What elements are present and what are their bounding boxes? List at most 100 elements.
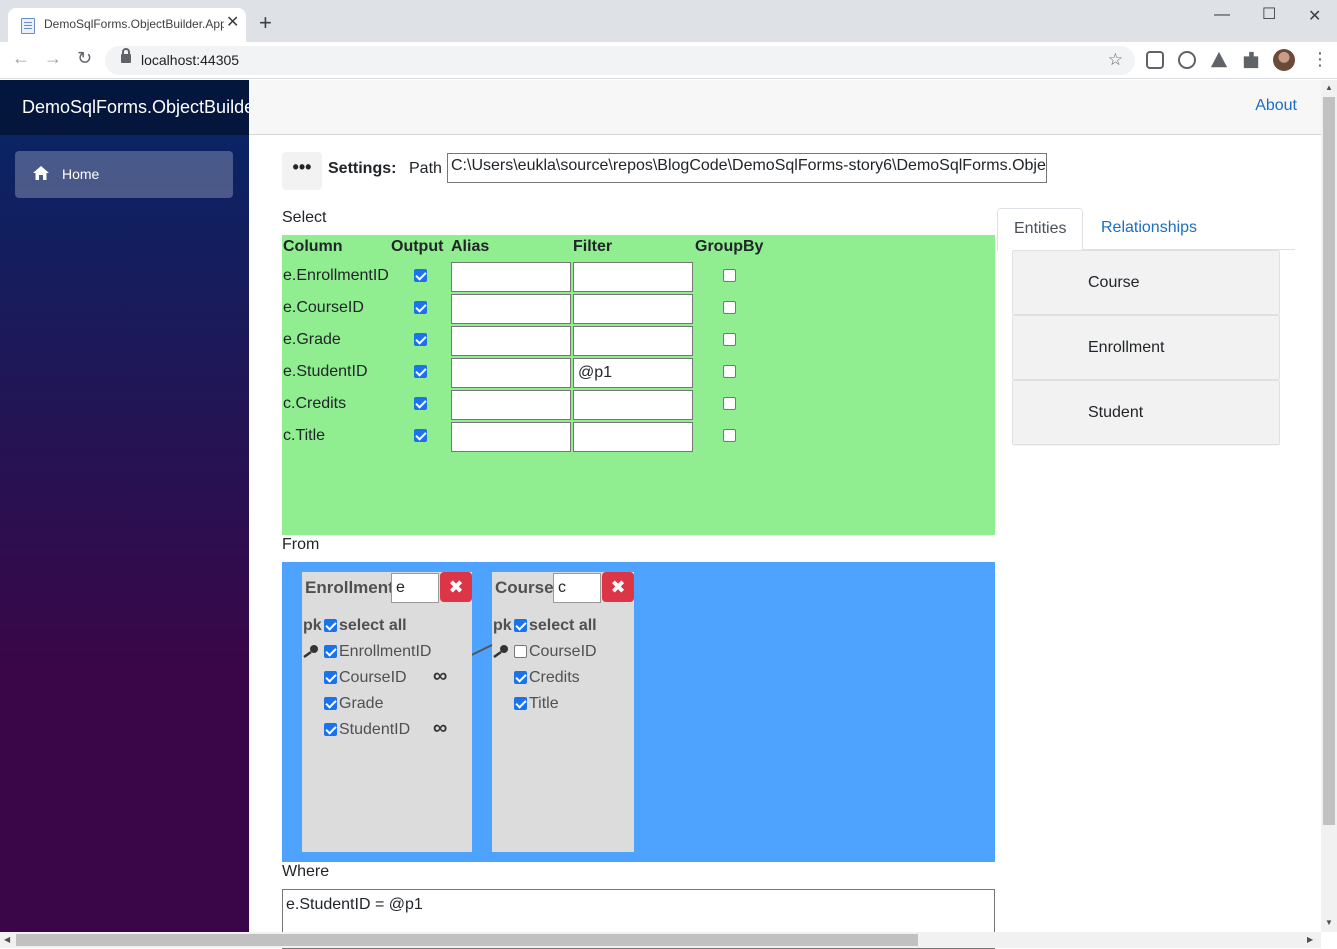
nav-item-home[interactable]: Home <box>15 151 233 198</box>
column-header: Column <box>283 238 343 255</box>
output-checkbox[interactable] <box>414 333 427 346</box>
entity-item[interactable]: Student <box>1012 380 1280 445</box>
window-close-icon[interactable]: ✕ <box>1308 6 1321 26</box>
alias-header: Alias <box>451 238 490 255</box>
foreign-key-icon[interactable]: ∞ <box>433 718 447 738</box>
output-checkbox[interactable] <box>414 397 427 410</box>
browser-menu-icon[interactable]: ⋮ <box>1311 50 1329 68</box>
path-label: Path <box>409 160 442 177</box>
table-alias-input[interactable]: e <box>391 573 439 603</box>
tab-entities[interactable]: Entities <box>997 208 1084 251</box>
table-name: Course <box>495 578 554 597</box>
extension-icon[interactable] <box>1146 51 1164 69</box>
table-card-enrollment[interactable]: Enrollment e ✖ pk select all EnrollmentI… <box>302 572 472 852</box>
table-alias-input[interactable]: c <box>553 573 601 603</box>
bookmark-star-icon[interactable]: ☆ <box>1108 50 1123 70</box>
page-favicon-icon <box>21 18 35 34</box>
app-brand[interactable]: DemoSqlForms.ObjectBuilder.App <box>0 80 249 135</box>
path-input[interactable]: C:\Users\eukla\source\repos\BlogCode\Dem… <box>447 153 1047 183</box>
table-card-course[interactable]: Course c ✖ pk select all CourseID Credit… <box>492 572 634 852</box>
groupby-checkbox[interactable] <box>723 333 736 346</box>
groupby-checkbox[interactable] <box>723 429 736 442</box>
primary-key-icon <box>493 645 508 658</box>
column-name: Grade <box>339 695 384 712</box>
select-grid: Column Output Alias Filter GroupBy e.Enr… <box>282 235 995 535</box>
scroll-right-icon[interactable]: ▶ <box>1307 935 1313 944</box>
output-header: Output <box>391 238 444 255</box>
maximize-icon[interactable]: ☐ <box>1262 4 1276 24</box>
entity-item[interactable]: Course <box>1012 250 1280 315</box>
column-checkbox[interactable] <box>324 697 337 710</box>
remove-table-button[interactable]: ✖ <box>440 572 472 602</box>
browser-tab-strip: DemoSqlForms.ObjectBuilder.App ✕ + — ☐ ✕ <box>0 0 1337 42</box>
filter-input[interactable] <box>573 390 693 420</box>
primary-key-icon <box>303 645 318 658</box>
home-icon <box>33 166 49 180</box>
profile-avatar[interactable] <box>1273 49 1295 71</box>
select-row-column: e.CourseID <box>283 299 364 316</box>
alias-input[interactable] <box>451 262 571 292</box>
where-section-label: Where <box>282 863 330 880</box>
forward-icon[interactable]: → <box>44 49 62 67</box>
filter-input[interactable] <box>573 262 693 292</box>
remove-table-button[interactable]: ✖ <box>602 572 634 602</box>
select-all-checkbox[interactable] <box>324 619 337 632</box>
main-content: ••• Settings: Path C:\Users\eukla\source… <box>249 135 1321 949</box>
filter-input[interactable] <box>573 326 693 356</box>
vertical-scrollbar[interactable]: ▲ ▼ <box>1321 80 1337 932</box>
filter-input[interactable]: @p1 <box>573 358 693 388</box>
column-checkbox[interactable] <box>324 723 337 736</box>
output-checkbox[interactable] <box>414 269 427 282</box>
horizontal-scrollbar[interactable]: ◀ ▶ <box>0 932 1321 948</box>
from-section-label: From <box>282 536 320 553</box>
horizontal-scroll-thumb[interactable] <box>16 934 918 946</box>
top-row: About <box>249 80 1321 135</box>
back-icon[interactable]: ← <box>12 49 30 67</box>
output-checkbox[interactable] <box>414 301 427 314</box>
pk-label: pk <box>493 617 512 634</box>
entity-item[interactable]: Enrollment <box>1012 315 1280 380</box>
nav-item-label: Home <box>62 166 100 182</box>
alias-input[interactable] <box>451 358 571 388</box>
foreign-key-icon[interactable]: ∞ <box>433 666 447 686</box>
output-checkbox[interactable] <box>414 429 427 442</box>
reload-icon[interactable]: ↻ <box>77 49 92 67</box>
alias-input[interactable] <box>451 390 571 420</box>
tab-relationships[interactable]: Relationships <box>1085 208 1213 250</box>
about-link[interactable]: About <box>1255 97 1297 115</box>
close-tab-icon[interactable]: ✕ <box>226 15 239 31</box>
alias-input[interactable] <box>451 294 571 324</box>
groupby-checkbox[interactable] <box>723 365 736 378</box>
scroll-left-icon[interactable]: ◀ <box>4 935 10 944</box>
address-bar[interactable]: localhost:44305 ☆ <box>105 46 1135 75</box>
pk-label: pk <box>303 617 322 634</box>
column-checkbox[interactable] <box>324 671 337 684</box>
column-checkbox[interactable] <box>514 671 527 684</box>
new-tab-icon[interactable]: + <box>259 12 272 34</box>
groupby-checkbox[interactable] <box>723 301 736 314</box>
column-checkbox[interactable] <box>324 645 337 658</box>
select-all-checkbox[interactable] <box>514 619 527 632</box>
filter-input[interactable] <box>573 294 693 324</box>
groupby-checkbox[interactable] <box>723 397 736 410</box>
select-row-column: c.Title <box>283 427 326 444</box>
scroll-down-icon[interactable]: ▼ <box>1325 918 1333 927</box>
settings-label: Settings: <box>328 160 397 177</box>
column-checkbox[interactable] <box>514 697 527 710</box>
alias-input[interactable] <box>451 422 571 452</box>
scroll-up-icon[interactable]: ▲ <box>1325 83 1333 92</box>
wordpress-extension-icon[interactable] <box>1178 51 1196 69</box>
column-name: CourseID <box>529 643 597 660</box>
browser-tab[interactable]: DemoSqlForms.ObjectBuilder.App ✕ <box>8 8 246 42</box>
settings-menu-button[interactable]: ••• <box>282 152 322 190</box>
select-row-column: e.StudentID <box>283 363 368 380</box>
right-panel-tabs: Entities Relationships <box>997 208 1295 251</box>
alias-input[interactable] <box>451 326 571 356</box>
vertical-scroll-thumb[interactable] <box>1323 97 1335 825</box>
minimize-icon[interactable]: — <box>1214 6 1230 24</box>
column-checkbox[interactable] <box>514 645 527 658</box>
column-name: EnrollmentID <box>339 643 432 660</box>
filter-input[interactable] <box>573 422 693 452</box>
groupby-checkbox[interactable] <box>723 269 736 282</box>
output-checkbox[interactable] <box>414 365 427 378</box>
